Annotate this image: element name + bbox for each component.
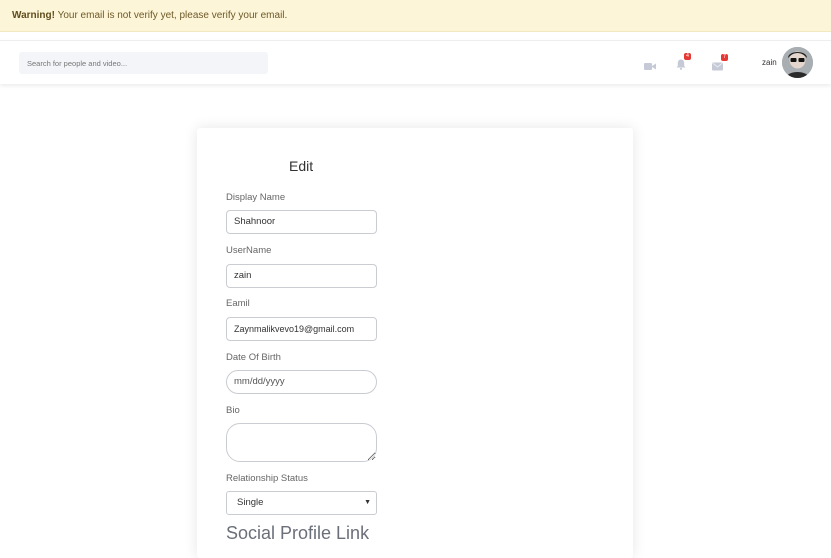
search-input[interactable] — [19, 52, 268, 74]
messages-button[interactable]: 7 — [712, 54, 728, 76]
display-name-field[interactable]: Shahnoor — [226, 210, 377, 234]
notifications-button[interactable]: 4 — [676, 53, 691, 75]
warning-text: Your email is not verify yet, please ver… — [54, 10, 288, 21]
relationship-label: Relationship Status — [226, 473, 308, 484]
username-label: UserName — [226, 245, 272, 256]
video-camera-icon[interactable] — [644, 58, 656, 76]
edit-profile-card: Edit Display Name Shahnoor UserName zain… — [197, 128, 633, 558]
page-title: Edit — [289, 158, 314, 174]
username-field[interactable]: zain — [226, 264, 377, 288]
email-field[interactable]: Zaynmalikvevo19@gmail.com — [226, 317, 377, 341]
bio-textarea[interactable] — [226, 423, 377, 462]
social-profile-heading: Social Profile Link — [226, 523, 370, 543]
messages-badge: 7 — [721, 54, 728, 61]
notifications-badge: 4 — [684, 53, 691, 60]
bio-label: Bio — [226, 405, 240, 416]
relationship-selected-value: Single — [237, 497, 264, 508]
avatar[interactable] — [782, 47, 813, 78]
warning-label: Warning! — [12, 10, 55, 21]
envelope-icon — [712, 62, 723, 71]
top-navbar: 4 7 zain — [0, 40, 831, 84]
email-label: Eamil — [226, 298, 250, 309]
dob-field[interactable]: mm/dd/yyyy — [226, 370, 377, 394]
email-warning-banner: Warning! Your email is not verify yet, p… — [0, 0, 831, 32]
bell-icon — [676, 59, 686, 70]
dob-label: Date Of Birth — [226, 352, 281, 363]
dropdown-arrow-icon: ▼ — [364, 499, 371, 506]
display-name-label: Display Name — [226, 192, 286, 203]
relationship-select[interactable]: Single ▼ — [226, 491, 377, 515]
current-username[interactable]: zain — [762, 58, 777, 67]
